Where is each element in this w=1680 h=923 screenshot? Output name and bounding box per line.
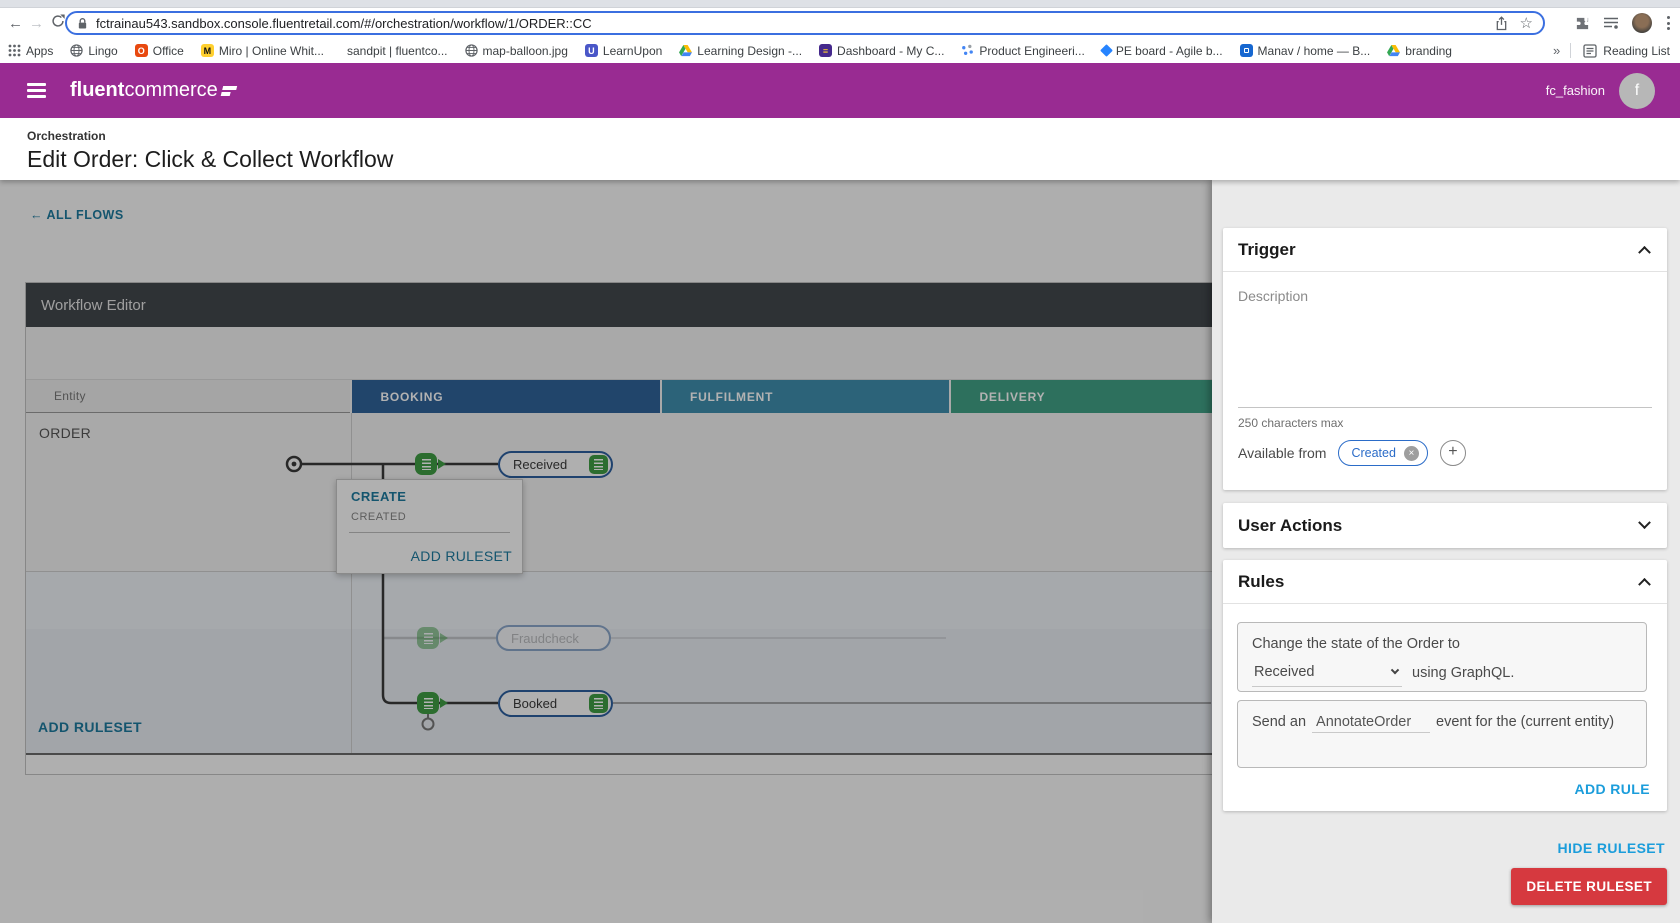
bookmarks-divider (1570, 43, 1571, 58)
bookmark-label: branding (1405, 44, 1452, 58)
event-name-input[interactable] (1312, 714, 1430, 733)
available-from-chip[interactable]: Created × (1338, 440, 1427, 466)
user-actions-title: User Actions (1238, 516, 1342, 536)
breadcrumb: Orchestration (27, 129, 1680, 143)
user-avatar[interactable]: f (1619, 73, 1655, 109)
bookmark-label: Office (153, 44, 184, 58)
globe-icon (70, 44, 83, 57)
collapse-chevron-up-icon[interactable] (1638, 246, 1651, 259)
description-textarea[interactable] (1238, 308, 1652, 408)
remove-chip-icon[interactable]: × (1404, 446, 1419, 461)
bookmark-item[interactable]: sandpit | fluentco... (341, 44, 448, 58)
rule-suffix: using GraphQL. (1412, 662, 1514, 684)
bookmark-item[interactable]: map-balloon.jpg (465, 44, 568, 58)
bookmark-label: Miro | Online Whit... (219, 44, 324, 58)
bookmark-label: Learning Design -... (697, 44, 802, 58)
lock-icon (77, 17, 88, 30)
user-actions-card[interactable]: User Actions (1223, 503, 1667, 548)
select-chevron-icon (1391, 666, 1399, 674)
hide-ruleset-link[interactable]: HIDE RULESET (1558, 840, 1665, 856)
browser-menu-icon[interactable] (1665, 14, 1672, 32)
reading-list-icon (1583, 44, 1597, 58)
trigger-card: Trigger Description 250 characters max A… (1223, 228, 1667, 490)
workflow-main-area: ← ALL FLOWS Workflow Editor Entity BOOKI… (0, 180, 1212, 923)
bookmark-star-icon[interactable]: ☆ (1520, 14, 1533, 32)
drive-icon (1387, 45, 1400, 57)
page-title-block: Orchestration Edit Order: Click & Collec… (0, 118, 1680, 180)
rule-suffix: event for the (current entity) (1436, 714, 1614, 730)
bookmarks-overflow-icon[interactable]: » (1553, 43, 1560, 58)
bookmark-item[interactable]: ≡ Dashboard - My C... (819, 44, 944, 58)
bookmark-item[interactable]: Lingo (70, 44, 117, 58)
bookmark-item[interactable]: Product Engineeri... (961, 44, 1084, 58)
app-header: fluentcommerce fc_fashion f (0, 63, 1680, 118)
bookmark-item[interactable]: branding (1387, 44, 1452, 58)
hamburger-menu-icon[interactable] (27, 83, 46, 98)
browser-profile-avatar[interactable] (1632, 13, 1652, 33)
apps-grid-icon (8, 44, 21, 57)
bookmarks-list: Lingo O Office M Miro | Online Whit... sandpi… (70, 44, 1469, 58)
dots-icon (961, 44, 974, 57)
url-text[interactable]: fctrainau543.sandbox.console.fluentretai… (96, 16, 1483, 31)
rule-change-state[interactable]: Change the state of the Order to Receive… (1237, 622, 1647, 692)
globe-icon (465, 44, 478, 57)
bookmark-label: PE board - Agile b... (1116, 44, 1223, 58)
media-list-icon[interactable] (1603, 16, 1619, 30)
brand-logo[interactable]: fluentcommerce (70, 79, 236, 102)
drive-icon (679, 45, 692, 57)
bookmark-label: LearnUpon (603, 44, 662, 58)
bookmark-label: Product Engineeri... (979, 44, 1084, 58)
office-icon: O (135, 44, 148, 57)
add-state-button[interactable]: + (1440, 440, 1466, 466)
browser-chrome: ← → fctrainau543.sandbox.console.fluentr… (0, 0, 1680, 63)
state-select[interactable]: Received (1252, 660, 1402, 686)
rule-text: Change the state of the Order to (1252, 633, 1632, 655)
reading-list-button[interactable]: Reading List (1583, 44, 1670, 58)
bookmarks-bar: Apps Lingo O Office M Miro | Online Whit... s… (0, 38, 1680, 63)
bluesquare-icon (1240, 44, 1253, 57)
bookmark-item[interactable]: PE board - Agile b... (1102, 44, 1223, 58)
tab-strip[interactable] (0, 0, 1680, 8)
bookmark-label: Manav / home — B... (1258, 44, 1371, 58)
url-bar[interactable]: fctrainau543.sandbox.console.fluentretai… (65, 11, 1545, 35)
char-limit-hint: 250 characters max (1238, 416, 1343, 430)
back-icon[interactable]: ← (5, 15, 26, 32)
brand-mark-icon (221, 86, 237, 96)
apps-shortcut[interactable]: Apps (8, 44, 53, 58)
bookmark-label: Dashboard - My C... (837, 44, 944, 58)
bookmark-label: sandpit | fluentco... (347, 44, 448, 58)
bookmark-item[interactable]: M Miro | Online Whit... (201, 44, 324, 58)
forward-icon[interactable]: → (26, 15, 47, 32)
trigger-title: Trigger (1238, 240, 1296, 260)
share-icon[interactable] (1495, 16, 1508, 31)
learnupon-icon: U (585, 44, 598, 57)
bookmark-item[interactable]: Manav / home — B... (1240, 44, 1371, 58)
bookmark-label: Lingo (88, 44, 117, 58)
bookmark-item[interactable]: Learning Design -... (679, 44, 802, 58)
ruleset-drawer: Trigger Description 250 characters max A… (1212, 180, 1680, 923)
delete-ruleset-button[interactable]: DELETE RULESET (1511, 868, 1667, 905)
diamond-icon (1102, 46, 1111, 55)
browser-toolbar: ← → fctrainau543.sandbox.console.fluentr… (0, 8, 1680, 38)
bookmark-item[interactable]: U LearnUpon (585, 44, 662, 58)
expand-chevron-down-icon[interactable] (1638, 516, 1651, 529)
page-title: Edit Order: Click & Collect Workflow (27, 146, 1680, 173)
description-label: Description (1238, 288, 1308, 304)
dashboard-icon: ≡ (819, 44, 832, 57)
rules-card: Rules Change the state of the Order to R… (1223, 560, 1667, 811)
rule-prefix: Send an (1252, 714, 1306, 730)
extensions-puzzle-icon[interactable] (1575, 16, 1590, 31)
rule-send-event[interactable]: Send an event for the (current entity) (1237, 700, 1647, 768)
bookmark-label: map-balloon.jpg (483, 44, 568, 58)
account-name: fc_fashion (1546, 83, 1605, 98)
miro-icon: M (201, 44, 214, 57)
available-from-label: Available from (1238, 445, 1326, 461)
add-rule-link[interactable]: ADD RULE (1574, 781, 1650, 797)
modal-dim-overlay (0, 180, 1212, 923)
rules-title: Rules (1238, 572, 1284, 592)
toolbar-extensions (1575, 8, 1672, 38)
collapse-chevron-up-icon[interactable] (1638, 578, 1651, 591)
bookmark-item[interactable]: O Office (135, 44, 184, 58)
